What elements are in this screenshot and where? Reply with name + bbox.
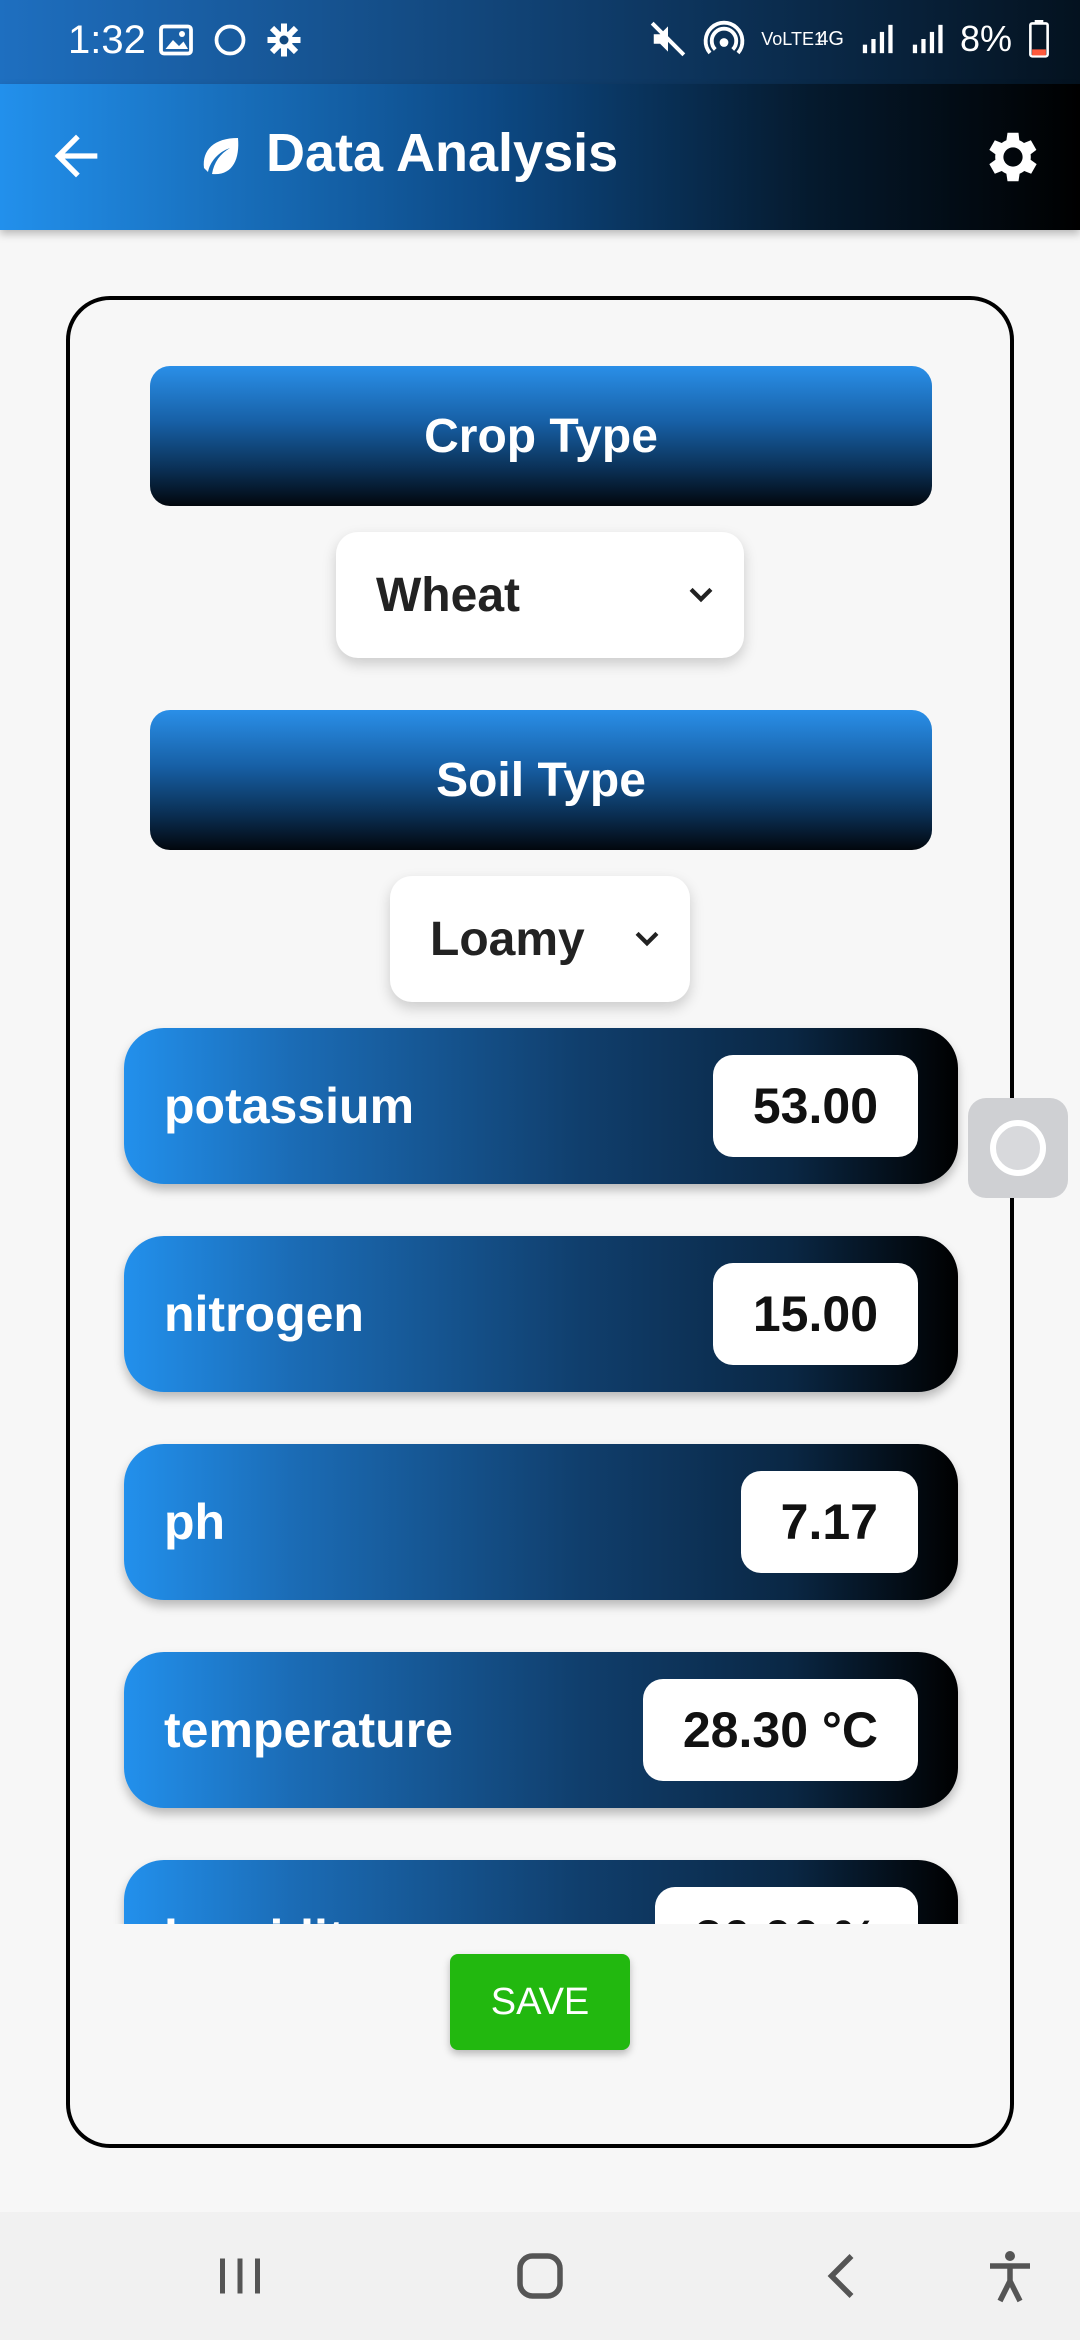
param-label: potassium [164,1078,415,1134]
app-bar: Data Analysis [0,84,1080,230]
image-icon [159,24,193,56]
chevron-down-icon [635,931,659,947]
param-row-potassium: potassium 53.00 [124,1028,958,1184]
soil-type-header: Soil Type [150,710,932,850]
mute-icon [651,21,686,57]
status-notification-icons [158,22,302,58]
circle-icon [990,1120,1046,1176]
soil-type-dropdown[interactable]: Loamy [390,876,690,1002]
network-label: 4G [817,27,844,50]
assistive-touch-button[interactable] [968,1098,1068,1198]
leaf-icon [203,138,239,175]
back-arrow-icon[interactable] [44,124,108,188]
accessibility-icon[interactable] [980,2246,1040,2306]
parameter-list[interactable]: potassium 53.00 nitrogen 15.00 ph 7.17 t… [110,1024,990,1924]
signal-icon [862,24,893,54]
param-row-temperature: temperature 28.30 °C [124,1652,958,1808]
back-icon[interactable] [814,2246,874,2306]
param-label: ph [164,1494,226,1550]
crop-type-header: Crop Type [150,366,932,506]
crop-type-dropdown[interactable]: Wheat [336,532,744,658]
signal-icon [912,24,943,54]
soil-type-value: Loamy [430,912,585,966]
volte-label: VoLTE1 [761,29,824,49]
param-label: nitrogen [164,1286,364,1342]
status-bar: 1:32 VoLTE1 4G 8% [0,0,1080,84]
param-value-field[interactable]: 7.17 [740,1471,918,1573]
param-row-ph: ph 7.17 [124,1444,958,1600]
gear-icon [267,23,301,57]
battery-low-icon [1029,20,1049,58]
param-value-field[interactable]: 53.00 [712,1055,918,1157]
battery-percent: 8% [959,18,1012,59]
param-row-humidity: humidity 36.00 % [124,1860,958,1924]
param-value-field[interactable]: 36.00 % [654,1887,918,1924]
recent-apps-icon[interactable] [210,2246,270,2306]
param-value-field[interactable]: 15.00 [712,1263,918,1365]
chevron-down-icon [689,587,713,603]
page-title: Data Analysis [266,123,619,183]
crop-type-value: Wheat [376,568,520,622]
home-icon[interactable] [510,2246,570,2306]
param-value-field[interactable]: 28.30 °C [642,1679,918,1781]
circle-icon [214,24,246,56]
save-button[interactable]: SAVE [450,1954,630,2050]
hotspot-icon [704,20,745,55]
status-system-icons: VoLTE1 4G 8% [649,18,1050,60]
system-nav-bar [0,2212,1080,2340]
param-label: temperature [164,1702,453,1758]
param-label: humidity [164,1909,372,1924]
param-row-nitrogen: nitrogen 15.00 [124,1236,958,1392]
status-time: 1:32 [68,18,146,62]
settings-gear-icon[interactable] [980,124,1046,190]
